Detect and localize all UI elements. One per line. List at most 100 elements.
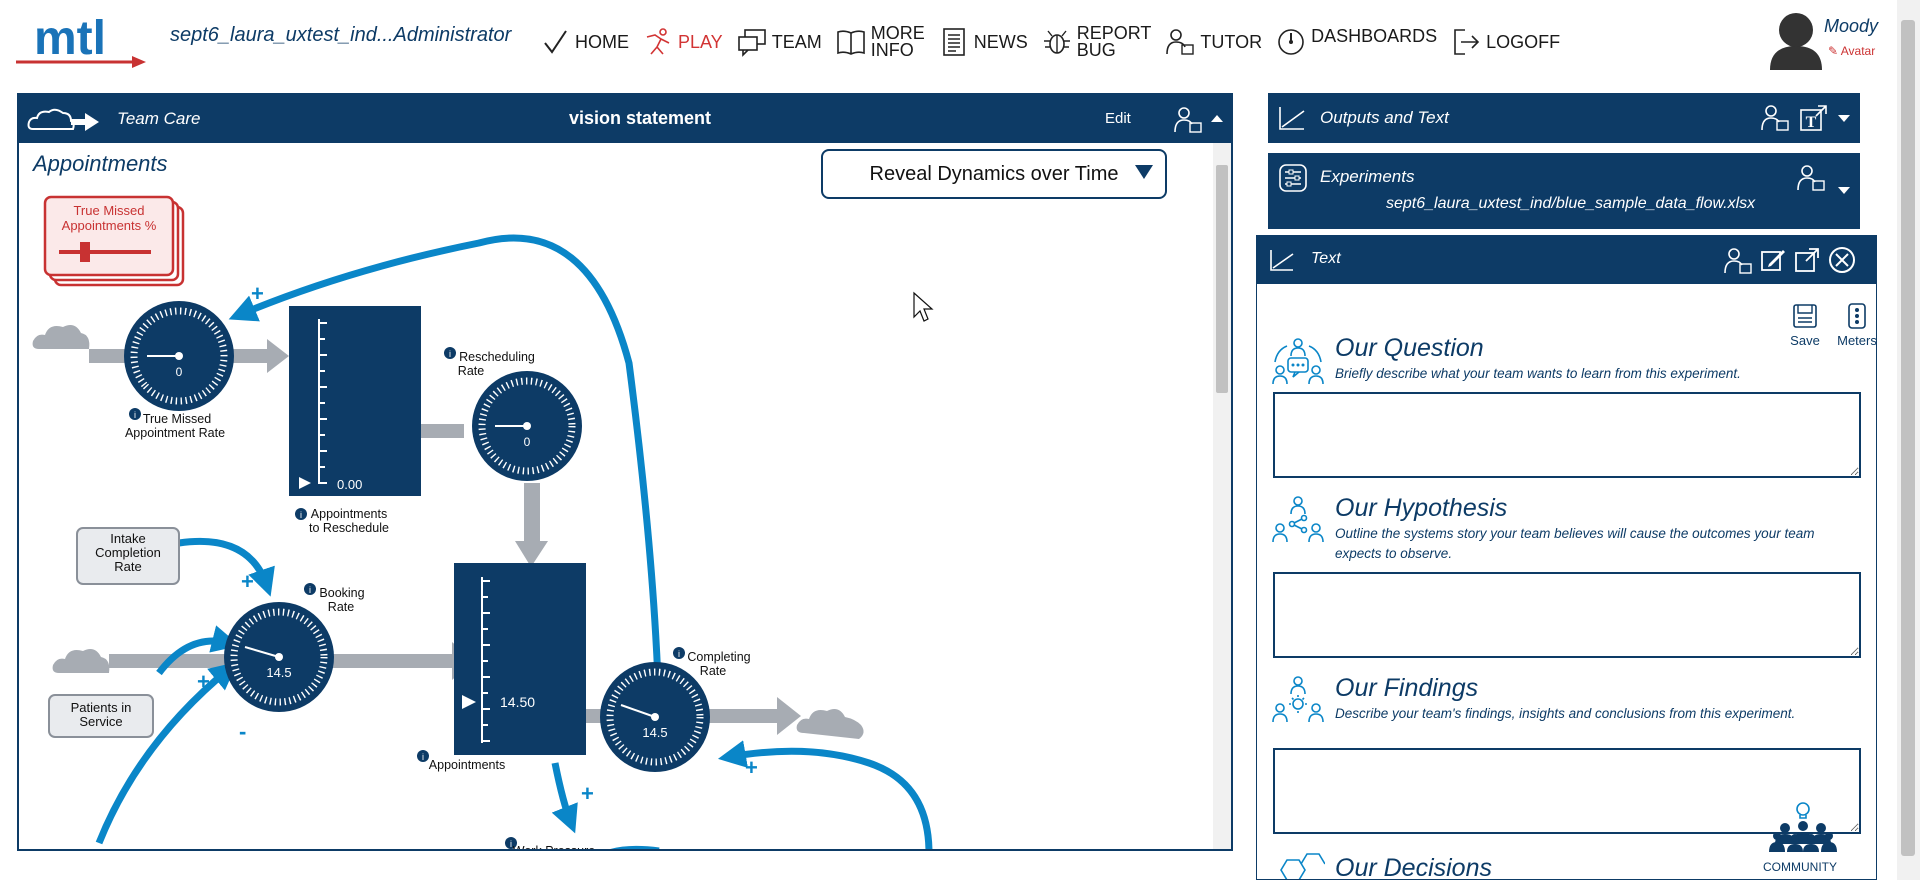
nav-news[interactable]: NEWS [939,27,1028,57]
line-chart-icon [1279,107,1305,130]
share-user-icon[interactable] [1723,246,1753,276]
meters-label[interactable]: Meters [1827,333,1876,348]
converter-intake-completion[interactable]: Intake Completion Rate [76,527,180,585]
gauge-value: 0 [176,365,183,379]
slider-handle[interactable] [80,242,90,262]
nav-play[interactable]: PLAY [643,27,723,57]
popout-icon[interactable] [1793,246,1821,274]
save-icon[interactable] [1791,302,1819,330]
text-output-icon[interactable]: T [1798,103,1828,133]
nav-label: LOGOFF [1486,31,1561,52]
share-user-icon[interactable] [1796,163,1826,193]
svg-text:+: + [745,755,758,780]
newspaper-icon [942,28,965,56]
svg-text:Rate: Rate [700,664,726,678]
expand-caret-icon[interactable] [1838,187,1850,194]
logo-text: mtl [34,12,106,65]
source-cloud-2 [52,649,110,673]
tutor-icon [1166,29,1195,55]
reveal-dynamics-dropdown[interactable]: Reveal Dynamics over Time [821,149,1167,199]
line-chart-icon [1270,250,1294,271]
canvas-scroll-thumb[interactable] [1216,165,1228,393]
edit-icon[interactable] [1759,246,1787,274]
converter-patients-in-service[interactable]: Patients in Service [48,694,154,738]
dropdown-caret-icon [1135,165,1153,179]
gauge-completing-rate[interactable]: 14.5 [600,662,710,772]
nav-label: TEAM [771,31,822,52]
mtl-logo[interactable]: mtl [16,10,148,72]
nav-home[interactable]: HOME [540,27,629,57]
nav-logoff[interactable]: LOGOFF [1451,27,1560,57]
section-title-question: Our Question [1335,334,1484,362]
model-panel-header: Team Care vision statement Edit [19,95,1231,143]
experiments-panel-header[interactable]: Experiments sept6_laura_uxtest_ind/blue_… [1268,153,1860,229]
hypothesis-textarea[interactable] [1273,572,1861,658]
nav-label: DASHBOARDS [1311,25,1438,46]
section-title-findings: Our Findings [1335,674,1479,702]
nav-label: TUTOR [1200,31,1263,52]
polarity-plus: + [251,281,264,306]
nav-team[interactable]: TEAM [737,27,822,57]
gauge-rescheduling-rate[interactable]: 0 [472,371,582,481]
section-desc-findings: Describe your team's findings, insights … [1335,706,1796,721]
share-user-icon[interactable] [1173,105,1203,135]
svg-text:i: i [510,839,512,849]
share-user-icon[interactable] [1760,103,1790,133]
community-icon[interactable] [1765,800,1841,856]
collapse-caret-icon[interactable] [1211,115,1223,122]
avatar-link[interactable]: ✎ Avatar [1828,44,1875,58]
nav-label: PLAY [678,31,723,52]
svg-text:Appointments: Appointments [311,507,387,521]
stock-appointments[interactable]: 14.50 [454,563,586,755]
svg-text:i: i [678,649,680,659]
check-icon [544,30,567,54]
model-title: Team Care [117,109,201,128]
svg-text:Booking: Booking [319,586,364,600]
svg-text:Appointment Rate: Appointment Rate [125,426,225,440]
slider-label-line2: Appointments % [62,218,157,233]
outputs-panel-header[interactable]: Outputs and Text T [1268,93,1860,143]
vision-statement[interactable]: vision statement [569,108,711,129]
svg-text:to Reschedule: to Reschedule [309,521,389,535]
svg-text:Rescheduling: Rescheduling [459,350,535,364]
gauge-true-missed-rate[interactable]: 0 [116,293,243,420]
close-icon[interactable] [1827,245,1857,275]
reveal-dynamics-label: Reveal Dynamics over Time [869,162,1119,185]
nav-report-bug[interactable]: REPORT BUG [1042,24,1151,59]
svg-text:+: + [241,569,254,594]
user-name[interactable]: Moody [1824,16,1878,37]
nav-dashboards[interactable]: DASHBOARDS [1276,27,1437,57]
save-label[interactable]: Save [1787,333,1823,348]
svg-text:+: + [581,781,594,806]
svg-text:Rate: Rate [458,364,484,378]
text-panel: Text Save Meters Our Question Briefly de… [1256,235,1877,880]
svg-text:i: i [422,752,424,762]
meters-icon[interactable] [1843,302,1871,330]
section-desc-hypothesis: Outline the systems story your team beli… [1335,526,1815,561]
gauge-booking-rate[interactable]: 14.5 [224,602,334,712]
page-scroll-thumb[interactable] [1901,20,1915,856]
svg-text:Appointments: Appointments [429,758,505,772]
user-avatar[interactable] [1768,10,1824,70]
nav-tutor[interactable]: TUTOR [1165,27,1262,57]
model-panel: Team Care vision statement Edit True Mis… [17,93,1233,851]
nav-label: HOME [575,31,629,52]
svg-text:Rate: Rate [328,600,354,614]
svg-text:Patients in: Patients in [71,700,132,715]
edit-button[interactable]: Edit [1105,110,1131,127]
stock-appointments-to-reschedule[interactable]: 0.00 [289,306,421,496]
true-missed-slider[interactable]: True Missed Appointments % [43,195,185,287]
expand-caret-icon[interactable] [1838,115,1850,122]
outputs-title: Outputs and Text [1320,108,1449,127]
gauge-value: 0 [524,435,531,449]
svg-text:i: i [134,410,136,420]
question-textarea[interactable] [1273,392,1861,478]
bug-icon [1043,30,1070,54]
experiments-title: Experiments [1320,167,1415,186]
svg-text:i: i [449,349,451,359]
nav-more-info[interactable]: MORE INFO [836,24,925,59]
source-cloud-1 [32,325,90,349]
svg-text:+: + [197,669,210,694]
stock-flow-diagram: True Missed Appointments % + + + - + + 0… [32,195,934,849]
community-label[interactable]: COMMUNITY [1763,860,1837,874]
